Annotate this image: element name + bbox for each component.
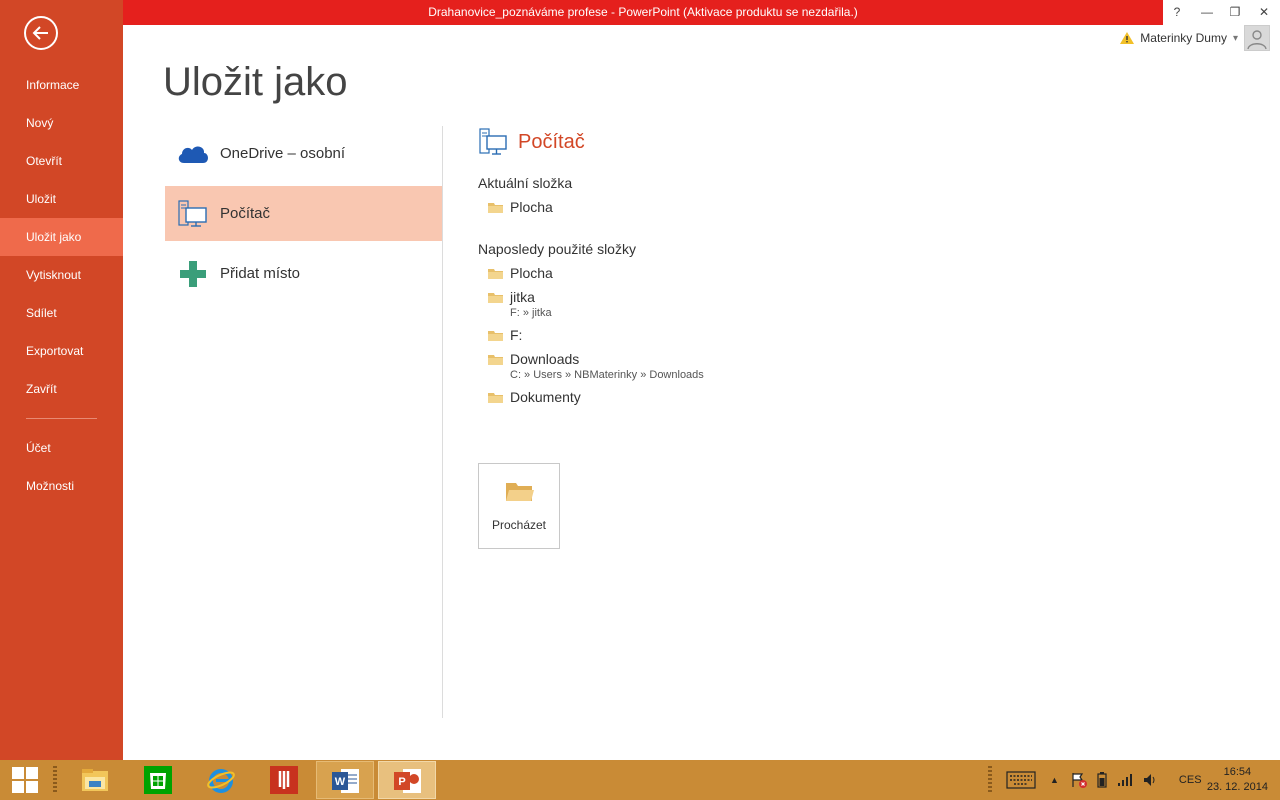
recent-folder-item[interactable]: Dokumenty — [478, 389, 1238, 405]
plus-icon — [180, 260, 206, 287]
taskbar-app-powerpoint[interactable]: P — [378, 761, 436, 799]
current-folder-label: Aktuální složka — [478, 175, 573, 191]
nav-item-exportovat[interactable]: Exportovat — [0, 332, 123, 370]
nav-item-informace[interactable]: Informace — [0, 66, 123, 104]
nav-item-ucet[interactable]: Účet — [0, 429, 123, 467]
language-indicator[interactable]: CES — [1179, 774, 1202, 786]
place-computer[interactable]: Počítač — [165, 186, 442, 241]
place-add[interactable]: Přidat místo — [165, 246, 442, 301]
folder-icon — [488, 355, 503, 365]
folder-name: Downloads — [510, 351, 580, 367]
detail-pane: Počítač Aktuální složka Plocha Naposledy… — [478, 126, 1238, 405]
svg-text:W: W — [335, 776, 346, 788]
current-folder-item[interactable]: Plocha — [478, 199, 1238, 215]
taskbar-app-acrobat[interactable] — [255, 761, 313, 799]
action-center-flag-icon[interactable] — [1071, 772, 1087, 788]
browse-label: Procházet — [491, 518, 547, 532]
battery-icon[interactable] — [1097, 772, 1107, 788]
recent-folder-item[interactable]: jitka F: » jitka — [478, 289, 1238, 319]
folder-icon — [488, 393, 503, 403]
recent-folder-item[interactable]: Downloads C: » Users » NBMaterinky » Dow… — [478, 351, 1238, 381]
nav-item-moznosti[interactable]: Možnosti — [0, 467, 123, 505]
folder-icon — [488, 269, 503, 279]
taskbar-grip — [53, 766, 57, 794]
folder-icon — [488, 203, 503, 213]
avatar[interactable] — [1244, 25, 1270, 51]
place-label: OneDrive – osobní — [220, 145, 346, 162]
start-button[interactable] — [0, 760, 50, 800]
detail-title: Počítač — [518, 130, 585, 153]
computer-icon — [479, 128, 507, 155]
taskbar: W P ▲ CES 16:54 23. 12. 2014 — [0, 760, 1280, 800]
internet-explorer-icon — [207, 769, 235, 793]
folder-name: Plocha — [510, 265, 553, 281]
help-button[interactable]: ? — [1163, 0, 1191, 25]
arrow-left-icon — [32, 26, 48, 40]
recent-folder-item[interactable]: F: — [478, 327, 1238, 343]
place-label: Přidat místo — [220, 265, 301, 282]
back-button[interactable] — [24, 16, 58, 50]
chevron-down-icon[interactable]: ▾ — [1233, 33, 1238, 44]
folder-name: Dokumenty — [510, 389, 581, 405]
folder-path: C: » Users » NBMaterinky » Downloads — [510, 369, 704, 381]
clock-date: 23. 12. 2014 — [1206, 781, 1268, 793]
nav-item-ulozit[interactable]: Uložit — [0, 180, 123, 218]
recent-folders-label: Naposledy použité složky — [478, 241, 636, 257]
nav-item-sdilet[interactable]: Sdílet — [0, 294, 123, 332]
nav-divider — [26, 418, 97, 419]
vertical-divider — [442, 126, 443, 718]
backstage-menu: Informace Nový Otevřít Uložit Uložit jak… — [0, 66, 123, 505]
folder-icon — [488, 293, 503, 303]
taskbar-app-store[interactable] — [129, 761, 187, 799]
close-button[interactable]: ✕ — [1250, 0, 1278, 25]
taskbar-app-explorer[interactable] — [66, 761, 124, 799]
window-controls: ? — ❐ ✕ — [1163, 0, 1280, 25]
account-name[interactable]: Materinky Dumy — [1140, 31, 1227, 45]
restore-button[interactable]: ❐ — [1221, 0, 1249, 25]
taskbar-app-word[interactable]: W — [316, 761, 374, 799]
store-icon — [144, 766, 172, 794]
recent-folder-item[interactable]: Plocha — [478, 265, 1238, 281]
nav-item-vytisknout[interactable]: Vytisknout — [0, 256, 123, 294]
taskbar-grip — [988, 766, 992, 794]
place-onedrive[interactable]: OneDrive – osobní — [165, 126, 442, 181]
svg-text:P: P — [398, 776, 405, 788]
nav-item-zavrit[interactable]: Zavřít — [0, 370, 123, 408]
file-explorer-icon — [82, 769, 108, 791]
minimize-button[interactable]: — — [1193, 0, 1221, 25]
backstage-nav: Informace Nový Otevřít Uložit Uložit jak… — [0, 0, 123, 760]
folder-name: Plocha — [510, 199, 553, 215]
network-icon[interactable] — [1117, 773, 1133, 787]
nav-item-ulozit-jako[interactable]: Uložit jako — [0, 218, 123, 256]
word-icon: W — [332, 769, 359, 793]
place-label: Počítač — [220, 205, 271, 222]
system-tray: ▲ CES — [1006, 760, 1202, 800]
browse-button[interactable]: Procházet — [478, 463, 560, 549]
windows-logo-icon — [12, 767, 38, 793]
user-icon — [1247, 30, 1267, 50]
places-list: OneDrive – osobní Počítač Přidat místo — [165, 126, 442, 306]
volume-icon[interactable] — [1143, 773, 1159, 787]
clock[interactable]: 16:54 23. 12. 2014 — [1207, 765, 1268, 795]
taskbar-app-ie[interactable] — [192, 761, 250, 799]
detail-header: Počítač — [478, 126, 1238, 158]
nav-item-novy[interactable]: Nový — [0, 104, 123, 142]
chevron-up-icon[interactable]: ▲ — [1050, 775, 1059, 785]
window-title: Drahanovice_poznáváme profese - PowerPoi… — [123, 0, 1163, 25]
nav-item-otevrit[interactable]: Otevřít — [0, 142, 123, 180]
clock-time: 16:54 — [1223, 766, 1252, 778]
folder-name: F: — [510, 327, 523, 343]
folder-path: F: » jitka — [510, 307, 552, 319]
acrobat-icon — [270, 766, 298, 794]
keyboard-icon[interactable] — [1006, 771, 1036, 789]
folder-name: jitka — [510, 289, 535, 305]
computer-icon — [178, 199, 207, 227]
account-area[interactable]: Materinky Dumy ▾ — [1120, 25, 1270, 51]
cloud-icon — [178, 145, 208, 163]
powerpoint-icon: P — [394, 769, 421, 793]
warning-icon — [1120, 32, 1135, 44]
page-title: Uložit jako — [163, 60, 348, 104]
folder-icon — [488, 331, 503, 341]
open-folder-icon — [506, 483, 534, 501]
